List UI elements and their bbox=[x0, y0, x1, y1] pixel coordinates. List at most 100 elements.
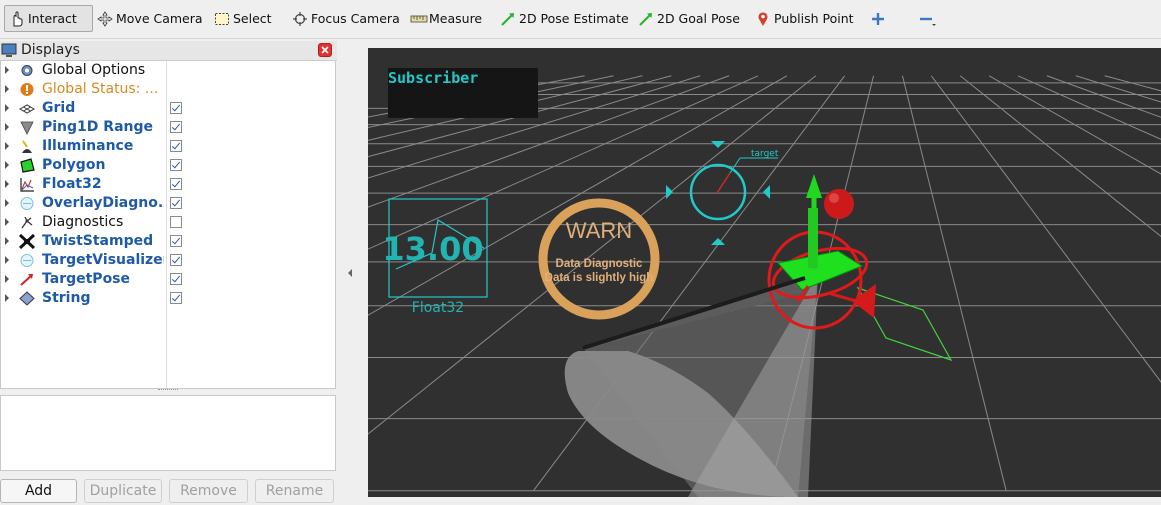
move-arrows-icon bbox=[97, 10, 113, 27]
display-item-string[interactable]: String bbox=[1, 289, 336, 308]
display-item-global-options[interactable]: Global Options bbox=[1, 61, 336, 80]
diag-line-2: Data is slightly high bbox=[545, 272, 654, 284]
publish-point-label: Publish Point bbox=[774, 11, 854, 26]
goal-pose-tool-button[interactable]: 2D Goal Pose bbox=[638, 5, 740, 32]
scene-canvas: 13.00 Float32 Subscriber WARN Data Diagn… bbox=[368, 68, 1161, 497]
select-tool-button[interactable]: Select bbox=[214, 5, 272, 32]
display-item-targetvisualizer[interactable]: TargetVisualizer bbox=[1, 251, 336, 270]
enable-checkbox[interactable] bbox=[170, 216, 182, 228]
target-marker-right bbox=[763, 185, 770, 199]
display-item-label: Ping1D Range bbox=[42, 119, 153, 135]
focus-camera-tool-button[interactable]: Focus Camera bbox=[292, 5, 400, 32]
green-arrow-icon bbox=[500, 11, 516, 27]
diag-line-1: Data Diagnostic bbox=[556, 258, 644, 270]
hand-pointer-icon bbox=[9, 10, 25, 27]
crosshair-icon bbox=[292, 11, 308, 27]
splitter-handle[interactable] bbox=[158, 389, 178, 393]
target-marker-bottom bbox=[711, 238, 725, 245]
monitor-icon bbox=[1, 43, 17, 58]
enable-checkbox[interactable] bbox=[170, 235, 182, 247]
duplicate-button[interactable]: Duplicate bbox=[84, 479, 162, 503]
target-label: target bbox=[751, 149, 779, 159]
expand-arrow-icon[interactable] bbox=[5, 142, 9, 150]
expand-arrow-icon[interactable] bbox=[5, 85, 9, 93]
rename-button[interactable]: Rename bbox=[255, 479, 334, 503]
display-item-label: Float32 bbox=[42, 176, 102, 192]
display-item-targetpose[interactable]: TargetPose bbox=[1, 270, 336, 289]
toolbar: Interact Move Camera Select Focus Camera… bbox=[0, 0, 1161, 39]
expand-arrow-icon[interactable] bbox=[5, 199, 9, 207]
display-item-twiststamped[interactable]: TwistStamped bbox=[1, 232, 336, 251]
expand-arrow-icon[interactable] bbox=[5, 294, 9, 302]
measure-tool-button[interactable]: Measure bbox=[410, 5, 482, 32]
float32-label: Float32 bbox=[412, 300, 464, 316]
expand-arrow-icon[interactable] bbox=[5, 256, 9, 264]
enable-checkbox[interactable] bbox=[170, 273, 182, 285]
enable-checkbox[interactable] bbox=[170, 178, 182, 190]
display-item-label: Illuminance bbox=[42, 138, 134, 154]
warning-icon bbox=[19, 82, 35, 97]
expand-arrow-icon[interactable] bbox=[5, 218, 9, 226]
enable-checkbox[interactable] bbox=[170, 292, 182, 304]
red-sphere bbox=[824, 189, 854, 219]
display-item-label: TwistStamped bbox=[42, 233, 154, 249]
grid-icon bbox=[18, 101, 36, 116]
expand-arrow-icon[interactable] bbox=[5, 104, 9, 112]
expand-arrow-icon[interactable] bbox=[5, 123, 9, 131]
expand-arrow-icon[interactable] bbox=[5, 66, 9, 74]
display-item-float32[interactable]: Float32 bbox=[1, 175, 336, 194]
display-item-label: TargetVisualizer bbox=[42, 252, 164, 268]
range-cone-icon bbox=[19, 120, 35, 135]
display-item-global-status[interactable]: Global Status: ... bbox=[1, 80, 336, 99]
display-item-polygon[interactable]: Polygon bbox=[1, 156, 336, 175]
remove-button[interactable]: Remove bbox=[169, 479, 248, 503]
enable-checkbox[interactable] bbox=[170, 121, 182, 133]
pose-arrow-body bbox=[808, 208, 818, 268]
properties-panel bbox=[0, 395, 336, 471]
diamond-icon bbox=[19, 291, 35, 306]
float32-value: 13.00 bbox=[382, 230, 483, 268]
minus-icon bbox=[918, 11, 936, 27]
target-needle bbox=[716, 172, 731, 194]
move-camera-label: Move Camera bbox=[116, 11, 203, 26]
enable-checkbox[interactable] bbox=[170, 140, 182, 152]
display-item-overlaydiagno[interactable]: OverlayDiagno... bbox=[1, 194, 336, 213]
expand-arrow-icon[interactable] bbox=[5, 161, 9, 169]
expand-arrow-icon[interactable] bbox=[5, 275, 9, 283]
expand-arrow-icon[interactable] bbox=[5, 237, 9, 245]
enable-checkbox[interactable] bbox=[170, 197, 182, 209]
display-item-label: Global Status: ... bbox=[42, 81, 159, 97]
map-pin-icon bbox=[755, 11, 771, 27]
pose-arrow-head bbox=[806, 174, 822, 198]
pose-estimate-label: 2D Pose Estimate bbox=[519, 11, 629, 26]
remove-tool-button[interactable] bbox=[918, 5, 937, 32]
move-camera-tool-button[interactable]: Move Camera bbox=[97, 5, 203, 32]
ruler-icon bbox=[410, 11, 428, 27]
display-item-label: TargetPose bbox=[42, 271, 131, 287]
close-icon[interactable] bbox=[318, 43, 332, 57]
overlay-icon bbox=[19, 253, 35, 268]
gear-icon bbox=[19, 63, 35, 78]
display-item-ping1d-range[interactable]: Ping1D Range bbox=[1, 118, 336, 137]
display-item-grid[interactable]: Grid bbox=[1, 99, 336, 118]
enable-checkbox[interactable] bbox=[170, 159, 182, 171]
expand-arrow-icon[interactable] bbox=[5, 180, 9, 188]
interact-tool-button[interactable]: Interact bbox=[4, 5, 93, 32]
display-item-label: Polygon bbox=[42, 157, 106, 173]
add-button[interactable]: Add bbox=[0, 479, 77, 503]
display-item-label: OverlayDiagno... bbox=[42, 195, 164, 211]
pose-estimate-tool-button[interactable]: 2D Pose Estimate bbox=[500, 5, 629, 32]
publish-point-tool-button[interactable]: Publish Point bbox=[755, 5, 854, 32]
lamp-icon bbox=[19, 139, 35, 154]
3d-viewport[interactable]: 13.00 Float32 Subscriber WARN Data Diagn… bbox=[368, 48, 1161, 497]
green-arrow-icon bbox=[638, 11, 654, 27]
display-item-label: Global Options bbox=[42, 62, 146, 78]
add-tool-button[interactable] bbox=[870, 5, 889, 32]
display-item-illuminance[interactable]: Illuminance bbox=[1, 137, 336, 156]
collapse-panel-arrow[interactable] bbox=[348, 269, 352, 277]
goal-pose-label: 2D Goal Pose bbox=[657, 11, 740, 26]
enable-checkbox[interactable] bbox=[170, 254, 182, 266]
select-box-icon bbox=[214, 11, 230, 27]
display-item-diagnostics[interactable]: Diagnostics bbox=[1, 213, 336, 232]
enable-checkbox[interactable] bbox=[170, 102, 182, 114]
